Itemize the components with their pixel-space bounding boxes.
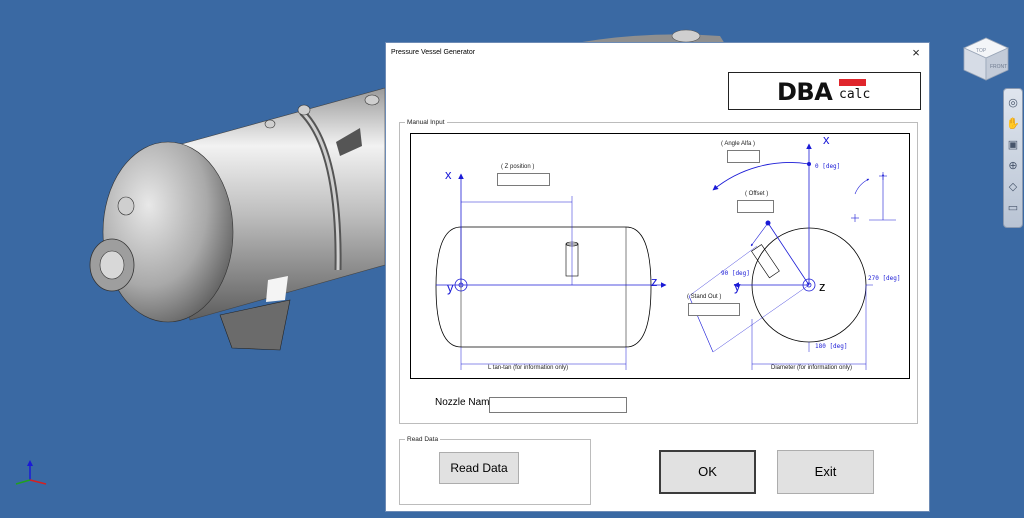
logo-sub-text: calc (839, 87, 871, 102)
manual-input-label: Manual Input (405, 118, 447, 127)
end-z-label: z (819, 279, 826, 294)
diameter-label: Diameter (for information only) (769, 365, 855, 371)
logo-main-text: DBA (777, 78, 833, 106)
side-x-label: x (445, 167, 452, 182)
offset-label: ( Offset ) (745, 191, 769, 197)
deg-180-label: 180 [deg] (815, 343, 848, 350)
standout-label: ( Stand Out ) (687, 294, 722, 300)
orbit-icon[interactable]: ⊕ (1006, 159, 1020, 173)
standout-input[interactable] (688, 303, 740, 316)
read-data-group-label: Read Data (405, 435, 441, 444)
navigation-bar: ◎ ✋ ▣ ⊕ ◇ ▭ (1003, 88, 1023, 228)
z-position-label: ( Z position ) (501, 164, 535, 170)
nozzle-diagram: x y z ( Z position ) L tan-tan (for info… (410, 132, 910, 379)
viewcube-top-label: TOP (976, 48, 987, 54)
deg-90-label: 90 [deg] (721, 270, 750, 277)
deg-270-label: 270 [deg] (868, 275, 901, 282)
end-x-label: x (823, 132, 830, 147)
title-bar: Pressure Vessel Generator × (386, 43, 929, 63)
end-y-label: y (734, 279, 741, 294)
close-button[interactable]: × (908, 45, 924, 61)
fit-window-icon[interactable]: ▭ (1006, 201, 1020, 215)
deg-0-label: 0 [deg] (815, 163, 841, 170)
manual-input-group: Manual Input x y z (Z position) L tan-… (399, 118, 918, 424)
exit-button[interactable]: Exit (777, 450, 874, 494)
side-z-label: z (651, 274, 658, 289)
dialog-title: Pressure Vessel Generator (391, 49, 476, 56)
logo-accent-bar (839, 79, 866, 86)
pan-hand-icon[interactable]: ✋ (1006, 117, 1020, 131)
read-data-button[interactable]: Read Data (439, 452, 519, 484)
angle-alfa-label: ( Angle Alfa ) (721, 141, 756, 147)
steering-wheel-icon[interactable]: ◎ (1006, 96, 1020, 110)
offset-input[interactable] (737, 200, 774, 213)
axis-triad (15, 460, 47, 485)
viewcube-front-label: FRONT (990, 64, 1007, 70)
ok-button[interactable]: OK (659, 450, 756, 494)
pressure-vessel-dialog: Pressure Vessel Generator × DBA calc Man… (385, 42, 930, 512)
vessel-side-outline (435, 226, 652, 348)
zoom-icon[interactable]: ▣ (1006, 138, 1020, 152)
side-y-label: y (447, 280, 454, 295)
view-cube[interactable]: TOP FRONT (958, 30, 1014, 82)
angle-alfa-arc (712, 162, 810, 191)
z-position-input[interactable] (497, 173, 550, 186)
end-nozzle-shape (751, 244, 780, 279)
nozzle-name-input[interactable] (489, 397, 627, 413)
look-at-icon[interactable]: ◇ (1006, 180, 1020, 194)
angle-alfa-input[interactable] (727, 150, 760, 163)
length-label: L tan-tan (for information only) (486, 365, 571, 371)
dbacalc-logo: DBA calc (728, 72, 921, 110)
